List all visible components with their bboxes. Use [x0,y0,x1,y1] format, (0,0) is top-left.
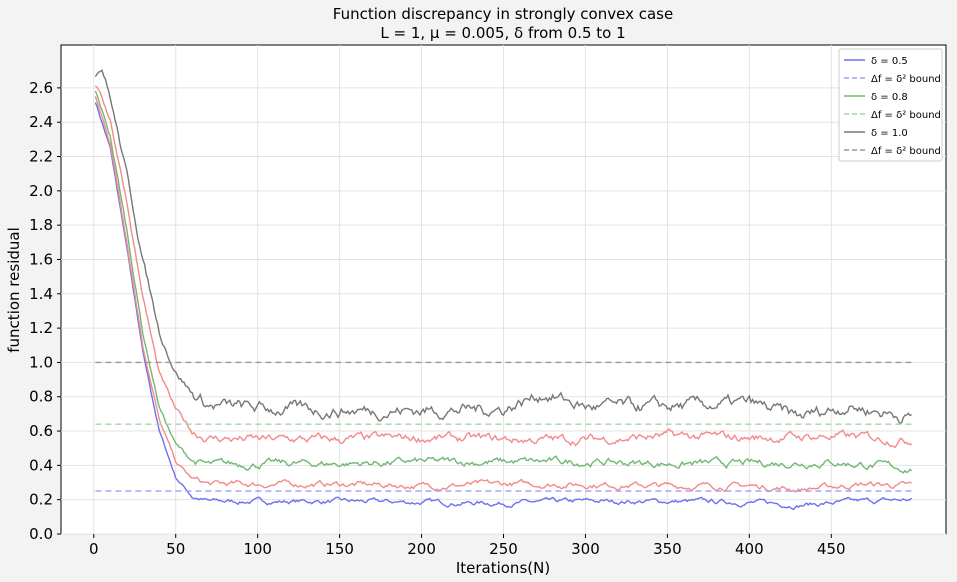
y-tick-label: 0.0 [29,525,53,543]
y-axis-label: function residual [5,227,23,352]
y-tick-label: 0.6 [29,422,53,440]
y-tick-label: 2.4 [29,113,53,131]
legend-label: Δf = δ² bound [871,146,941,157]
y-tick-label: 2.2 [29,148,53,166]
y-tick-label: 2.6 [29,79,53,97]
y-tick-label: 0.4 [29,456,53,474]
x-tick-label: 200 [407,540,436,558]
y-tick-label: 1.0 [29,353,53,371]
legend-label: δ = 0.5 [871,56,908,67]
legend-label: δ = 0.8 [871,92,908,103]
legend-label: δ = 1.0 [871,128,908,139]
x-tick-label: 400 [735,540,764,558]
x-tick-label: 50 [166,540,185,558]
x-tick-label: 100 [243,540,272,558]
x-tick-label: 300 [571,540,600,558]
x-tick-label: 450 [817,540,846,558]
x-axis-label: Iterations(N) [456,559,550,577]
x-tick-label: 350 [653,540,682,558]
y-tick-label: 1.4 [29,285,53,303]
y-tick-label: 0.8 [29,388,53,406]
y-tick-label: 0.2 [29,491,53,509]
x-tick-label: 250 [489,540,518,558]
legend-label: Δf = δ² bound [871,110,941,121]
y-tick-label: 1.6 [29,250,53,268]
x-tick-label: 150 [325,540,354,558]
legend: δ = 0.5 Δf = δ² bound δ = 0.8 Δf = δ² bound… [838,48,943,162]
chart-title: Function discrepancy in strongly convex … [333,5,673,23]
legend-label: Δf = δ² bound [871,74,941,85]
x-tick-label: 0 [89,540,99,558]
y-tick-label: 1.2 [29,319,53,337]
y-tick-label: 1.8 [29,216,53,234]
line-chart: Function discrepancy in strongly convex … [0,0,957,582]
chart-subtitle: L = 1, μ = 0.005, δ from 0.5 to 1 [380,24,625,42]
y-tick-label: 2.0 [29,182,53,200]
